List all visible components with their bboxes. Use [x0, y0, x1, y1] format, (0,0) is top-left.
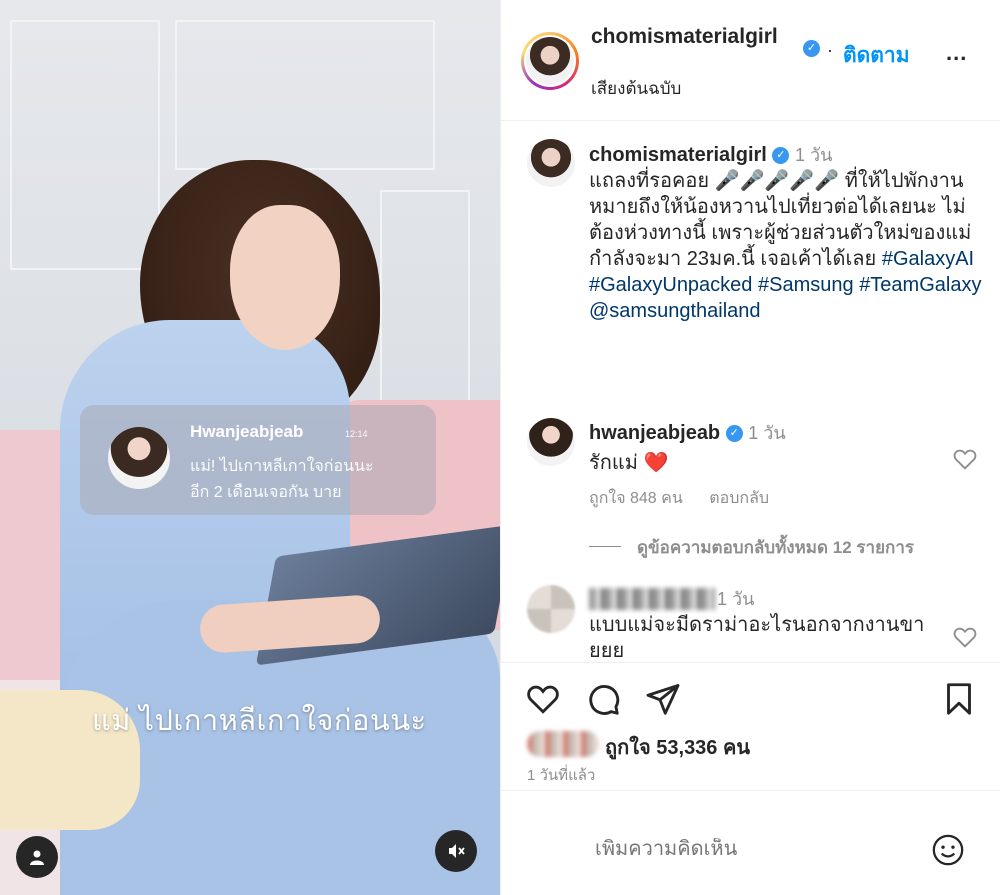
hashtag-galaxyai[interactable]: #GalaxyAI: [882, 248, 974, 270]
video-subtitle: แม่ ไปเกาหลีเกาใจก่อนนะ: [92, 705, 427, 737]
post-header: chomismaterialgirl ✓ · ติดตาม ... เสียงต…: [501, 0, 1000, 121]
add-comment-bar: [501, 790, 1000, 895]
comment-avatar[interactable]: [527, 418, 575, 466]
header-username-text[interactable]: chomismaterialgirl: [591, 25, 778, 48]
comment-time: 1 วัน: [717, 589, 755, 609]
reel-video[interactable]: Hwanjeabjeab 12:14 แม่! ไปเกาหลีเกาใจก่อ…: [0, 0, 500, 895]
notification-line-2: อีก 2 เดือนเจอกัน บาย: [190, 484, 342, 501]
story-ring-avatar[interactable]: [521, 32, 579, 90]
avatar: [526, 37, 574, 85]
save-bookmark-icon[interactable]: [941, 681, 977, 717]
post-caption: chomismaterialgirl ✓ 1 วัน แถลงที่รอคอย …: [589, 142, 989, 324]
verified-badge-icon: ✓: [803, 40, 820, 57]
wall-panel: [380, 190, 470, 420]
message-notification: Hwanjeabjeab 12:14 แม่! ไปเกาหลีเกาใจก่อ…: [80, 405, 436, 515]
notification-sender: Hwanjeabjeab: [190, 422, 304, 441]
comment-time: 1 วัน: [748, 423, 786, 443]
view-replies-button[interactable]: ดูข้อความตอบกลับทั้งหมด 12 รายการ: [637, 534, 914, 561]
caption-time: 1 วัน: [794, 145, 833, 165]
notification-avatar: [108, 427, 170, 489]
blurred-username[interactable]: [589, 588, 715, 610]
mention-samsungthailand[interactable]: @samsungthailand: [589, 300, 761, 322]
person-face: [230, 205, 340, 350]
add-comment-input[interactable]: [595, 838, 895, 861]
wall-panel: [10, 20, 160, 270]
hashtag-samsung[interactable]: #Samsung: [758, 274, 854, 296]
post-time-ago[interactable]: 1 วันที่แล้ว: [527, 763, 595, 787]
follow-button[interactable]: ติดตาม: [843, 39, 910, 72]
comment-avatar-blurred[interactable]: [527, 585, 575, 633]
more-options-icon[interactable]: ...: [946, 40, 967, 66]
reply-button[interactable]: ตอบกลับ: [709, 490, 769, 507]
comment-meta: ถูกใจ 848 คน ตอบกลับ: [589, 486, 791, 511]
post-panel: chomismaterialgirl ✓ · ติดตาม ... เสียงต…: [500, 0, 1000, 895]
liker-avatars[interactable]: [527, 731, 599, 757]
like-comment-heart-icon[interactable]: [951, 623, 979, 651]
hashtag-teamgalaxy[interactable]: #TeamGalaxy: [859, 274, 981, 296]
notification-time: 12:14: [345, 429, 368, 439]
sound-toggle-button[interactable]: [435, 830, 477, 872]
wall-panel: [175, 20, 435, 170]
comment-text: แบบแม่จะมีดราม่าอะไรนอกจากงานขายยย: [589, 614, 925, 658]
comment-bubble-icon[interactable]: [585, 681, 621, 717]
comment-header: hwanjeabjeab ✓ 1 วัน: [589, 418, 786, 447]
replies-divider: [589, 546, 621, 547]
tagged-users-button[interactable]: [16, 836, 58, 878]
comment-username[interactable]: hwanjeabjeab: [589, 422, 720, 444]
verified-badge-icon: ✓: [772, 147, 790, 165]
comment-text: รักแม่ ❤️: [589, 446, 668, 478]
share-paper-plane-icon[interactable]: [645, 681, 681, 717]
like-heart-icon[interactable]: [525, 681, 561, 717]
comment-body: รักแม่: [589, 452, 638, 474]
emoji-smiley-icon[interactable]: [931, 833, 965, 867]
caption-username[interactable]: chomismaterialgirl: [589, 144, 767, 166]
comment-likes[interactable]: ถูกใจ 848 คน: [589, 490, 683, 507]
caption-avatar[interactable]: [527, 139, 575, 187]
like-count[interactable]: ถูกใจ 53,336 คน: [605, 731, 750, 763]
notification-line-1: แม่! ไปเกาหลีเกาใจก่อนนะ: [190, 458, 374, 475]
verified-badge-icon: ✓: [725, 425, 743, 443]
red-heart-emoji: ❤️: [643, 452, 669, 474]
hashtag-galaxyunpacked[interactable]: #GalaxyUnpacked: [589, 274, 752, 296]
like-comment-heart-icon[interactable]: [951, 445, 979, 473]
sound-muted-icon: [449, 844, 465, 858]
separator-dot: ·: [827, 40, 833, 60]
original-audio-link[interactable]: เสียงต้นฉบับ: [591, 75, 681, 102]
user-icon: [30, 850, 44, 865]
header-username[interactable]: chomismaterialgirl: [591, 25, 806, 48]
